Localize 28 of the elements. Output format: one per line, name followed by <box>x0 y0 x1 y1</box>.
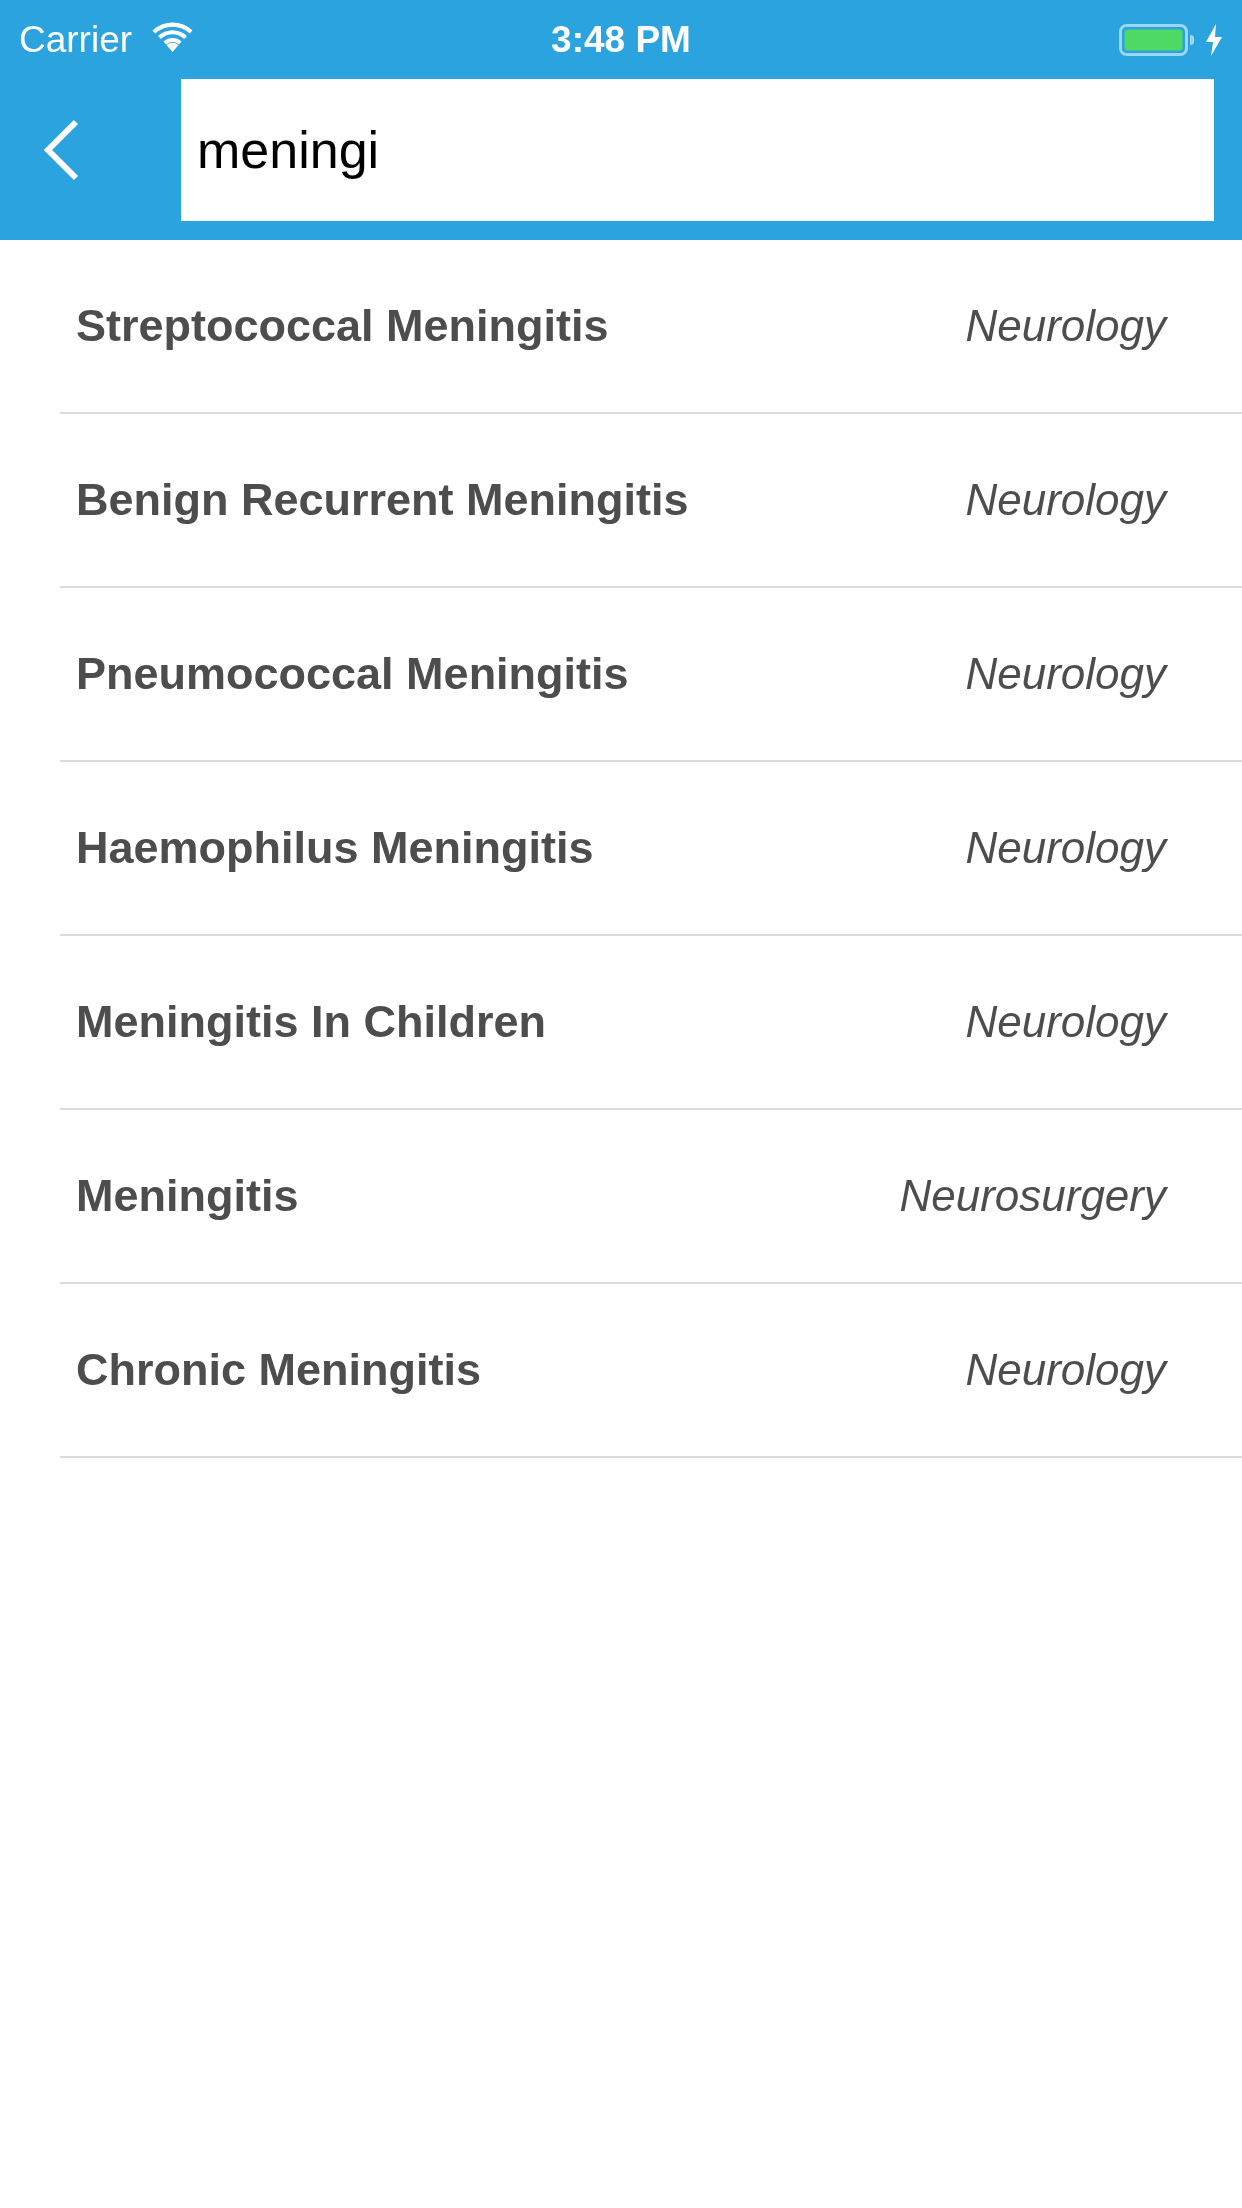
condition-title: Chronic Meningitis <box>76 1343 481 1398</box>
result-row[interactable]: Haemophilus Meningitis Neurology <box>60 762 1242 936</box>
battery-icon <box>1119 23 1195 56</box>
carrier-label: Carrier <box>19 21 133 58</box>
specialty-label: Neurology <box>965 300 1166 352</box>
result-row[interactable]: Meningitis In Children Neurology <box>60 936 1242 1110</box>
result-row[interactable]: Pneumococcal Meningitis Neurology <box>60 588 1242 762</box>
condition-title: Pneumococcal Meningitis <box>76 647 629 702</box>
specialty-label: Neurology <box>965 648 1166 700</box>
back-button[interactable] <box>41 118 81 182</box>
result-row[interactable]: Meningitis Neurosurgery <box>60 1110 1242 1284</box>
condition-title: Streptococcal Meningitis <box>76 299 609 354</box>
time-label: 3:48 PM <box>551 21 691 58</box>
specialty-label: Neurology <box>965 474 1166 526</box>
result-row[interactable]: Streptococcal Meningitis Neurology <box>60 240 1242 414</box>
specialty-label: Neurology <box>965 822 1166 874</box>
condition-title: Meningitis <box>76 1169 299 1224</box>
result-row[interactable]: Chronic Meningitis Neurology <box>60 1284 1242 1458</box>
result-row[interactable]: Benign Recurrent Meningitis Neurology <box>60 414 1242 588</box>
specialty-label: Neurology <box>965 996 1166 1048</box>
condition-title: Benign Recurrent Meningitis <box>76 473 689 528</box>
chevron-left-icon <box>42 119 80 181</box>
specialty-label: Neurosurgery <box>899 1170 1166 1222</box>
search-field[interactable]: meningi <box>181 79 1214 221</box>
specialty-label: Neurology <box>965 1344 1166 1396</box>
condition-title: Meningitis In Children <box>76 995 546 1050</box>
wifi-icon <box>152 21 194 52</box>
condition-title: Haemophilus Meningitis <box>76 821 594 876</box>
